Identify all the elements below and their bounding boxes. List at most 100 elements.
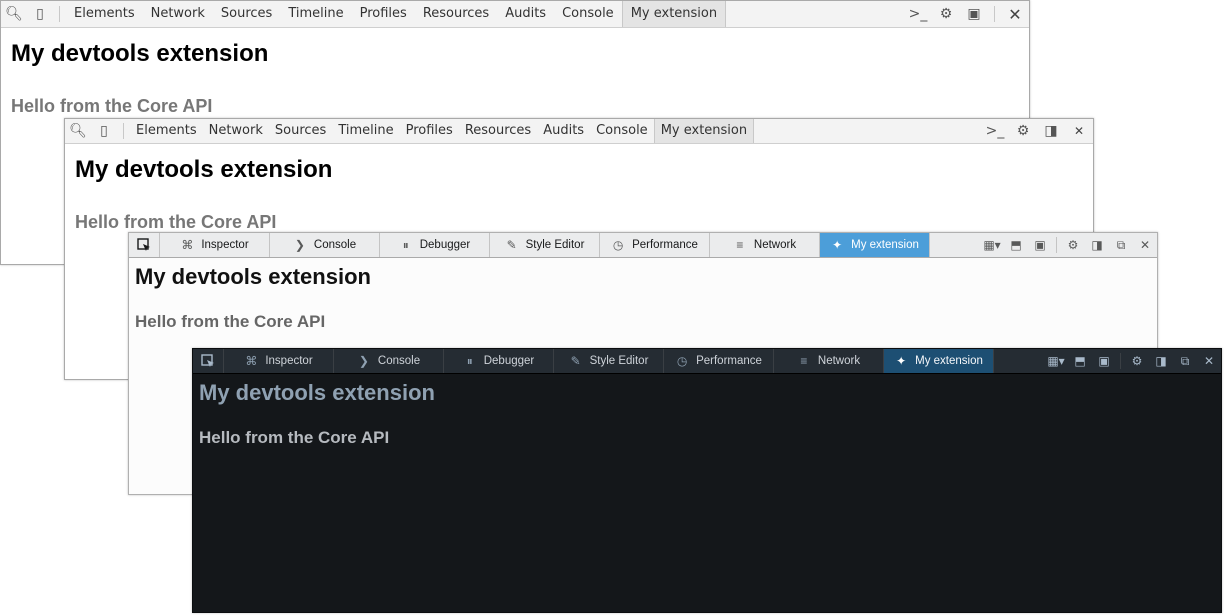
tab-elements[interactable]: Elements xyxy=(66,1,143,27)
console-drawer-icon[interactable]: >_ xyxy=(981,119,1009,143)
tab-inspector[interactable]: ⌘ Inspector xyxy=(160,233,270,257)
tab-performance[interactable]: ◷ Performance xyxy=(664,349,774,373)
debugger-icon: ⏸︎ xyxy=(466,353,473,368)
element-picker-icon[interactable] xyxy=(129,233,160,257)
inspector-icon: ⌘ xyxy=(245,354,258,368)
firefox-toolbar: ⌘ Inspector ❯ Console ⏸︎ Debugger ✎ Style Ed… xyxy=(193,349,1221,374)
dock-side-icon[interactable]: ▣ xyxy=(960,1,988,27)
close-icon[interactable]: ✕ xyxy=(1065,119,1093,143)
close-icon[interactable]: ✕ xyxy=(1197,349,1221,373)
frame-select-icon[interactable]: ▦▾ xyxy=(980,233,1004,257)
tab-audits[interactable]: Audits xyxy=(497,1,554,27)
tab-resources[interactable]: Resources xyxy=(459,119,537,143)
toolbar-divider xyxy=(1056,237,1057,253)
network-icon: ≡ xyxy=(800,354,808,368)
tab-style-editor[interactable]: ✎ Style Editor xyxy=(490,233,600,257)
tab-console[interactable]: ❯ Console xyxy=(270,233,380,257)
tab-label: Debugger xyxy=(483,355,535,367)
tab-label: Inspector xyxy=(201,239,249,251)
tab-my-extension[interactable]: ✦ My extension xyxy=(884,349,994,373)
tab-inspector[interactable]: ⌘ Inspector xyxy=(224,349,334,373)
page-heading: My devtools extension xyxy=(75,156,333,183)
tab-my-extension[interactable]: My extension xyxy=(621,1,727,27)
firefox-toolbar: ⌘ Inspector ❯ Console ⏸︎ Debugger ✎ Style Ed… xyxy=(129,233,1157,258)
dock-side-icon[interactable]: ◨ xyxy=(1037,119,1065,143)
split-console-icon[interactable]: ⬒ xyxy=(1068,349,1092,373)
tab-network[interactable]: Network xyxy=(203,119,269,143)
extension-icon: ✦ xyxy=(896,354,907,368)
tab-timeline[interactable]: Timeline xyxy=(280,1,351,27)
device-mode-icon[interactable]: ▯ xyxy=(91,119,117,143)
console-icon: ❯ xyxy=(294,238,305,252)
tab-my-extension[interactable]: My extension xyxy=(653,119,755,143)
gear-icon[interactable]: ⚙ xyxy=(1009,119,1037,143)
tab-debugger[interactable]: ⏸︎ Debugger xyxy=(380,233,490,257)
frame-select-icon[interactable]: ▦▾ xyxy=(1044,349,1068,373)
page-heading: My devtools extension xyxy=(135,264,371,289)
dock-side-icon[interactable]: ◨ xyxy=(1149,349,1173,373)
tab-console[interactable]: Console xyxy=(590,119,654,143)
extension-panel: My devtools extension Hello from the Cor… xyxy=(1,40,1029,117)
page-heading: My devtools extension xyxy=(11,40,269,67)
gear-icon[interactable]: ⚙ xyxy=(932,1,960,27)
tab-console[interactable]: Console xyxy=(554,1,622,27)
tab-label: Style Editor xyxy=(525,239,585,251)
tab-network[interactable]: ≡ Network xyxy=(774,349,884,373)
tab-sources[interactable]: Sources xyxy=(213,1,280,27)
network-icon: ≡ xyxy=(736,238,744,252)
chrome-toolbar: 🔍︎ ▯ Elements Network Sources Timeline P… xyxy=(65,119,1093,144)
tab-profiles[interactable]: Profiles xyxy=(352,1,415,27)
tab-label: Inspector xyxy=(265,355,313,367)
toolbar-divider xyxy=(123,123,124,139)
chrome-toolbar: 🔍︎ ▯ Elements Network Sources Timeline P… xyxy=(1,1,1029,28)
element-picker-icon[interactable] xyxy=(193,349,224,373)
gear-icon[interactable]: ⚙ xyxy=(1125,349,1149,373)
tab-label: Style Editor xyxy=(589,355,649,367)
close-icon[interactable]: ✕ xyxy=(1133,233,1157,257)
toolbar-right-group: >_ ⚙ ▣ ✕ xyxy=(904,1,1029,27)
tab-label: Performance xyxy=(696,355,762,367)
console-drawer-icon[interactable]: >_ xyxy=(904,1,932,27)
tab-sources[interactable]: Sources xyxy=(269,119,332,143)
undock-icon[interactable]: ⧉ xyxy=(1109,233,1133,257)
page-subheading: Hello from the Core API xyxy=(135,312,326,331)
device-mode-icon[interactable]: ▯ xyxy=(27,1,53,27)
tab-elements[interactable]: Elements xyxy=(130,119,203,143)
tab-timeline[interactable]: Timeline xyxy=(332,119,399,143)
responsive-mode-icon[interactable]: ▣ xyxy=(1028,233,1052,257)
tab-label: My extension xyxy=(915,355,983,367)
page-subheading: Hello from the Core API xyxy=(199,428,390,447)
tab-label: Network xyxy=(817,355,861,367)
split-console-icon[interactable]: ⬒ xyxy=(1004,233,1028,257)
toolbar-divider xyxy=(1120,353,1121,369)
page-subheading: Hello from the Core API xyxy=(11,96,213,116)
tab-audits[interactable]: Audits xyxy=(537,119,590,143)
firefox-devtools-window-dark: ⌘ Inspector ❯ Console ⏸︎ Debugger ✎ Style Ed… xyxy=(192,348,1222,613)
tab-style-editor[interactable]: ✎ Style Editor xyxy=(554,349,664,373)
inspector-icon: ⌘ xyxy=(181,238,194,252)
toolbar-divider xyxy=(994,6,995,22)
performance-icon: ◷ xyxy=(612,238,624,252)
tab-my-extension[interactable]: ✦ My extension xyxy=(820,233,930,257)
search-icon[interactable]: 🔍︎ xyxy=(65,119,91,143)
tab-console[interactable]: ❯ Console xyxy=(334,349,444,373)
toolbox-buttons: ▦▾ ⬒ ▣ ⚙ ◨ ⧉ ✕ xyxy=(1044,349,1221,373)
tab-network[interactable]: ≡ Network xyxy=(710,233,820,257)
tab-profiles[interactable]: Profiles xyxy=(400,119,459,143)
close-icon[interactable]: ✕ xyxy=(1001,1,1029,27)
dock-side-icon[interactable]: ◨ xyxy=(1085,233,1109,257)
extension-panel: My devtools extension Hello from the Cor… xyxy=(193,380,1221,448)
performance-icon: ◷ xyxy=(676,354,688,368)
tab-network[interactable]: Network xyxy=(143,1,213,27)
gear-icon[interactable]: ⚙ xyxy=(1061,233,1085,257)
responsive-mode-icon[interactable]: ▣ xyxy=(1092,349,1116,373)
tab-label: Console xyxy=(313,239,357,251)
page-subheading: Hello from the Core API xyxy=(75,212,277,232)
undock-icon[interactable]: ⧉ xyxy=(1173,349,1197,373)
tab-performance[interactable]: ◷ Performance xyxy=(600,233,710,257)
tab-debugger[interactable]: ⏸︎ Debugger xyxy=(444,349,554,373)
style-editor-icon: ✎ xyxy=(506,238,517,252)
tab-resources[interactable]: Resources xyxy=(415,1,497,27)
style-editor-icon: ✎ xyxy=(570,354,581,368)
search-icon[interactable]: 🔍︎ xyxy=(1,1,27,27)
